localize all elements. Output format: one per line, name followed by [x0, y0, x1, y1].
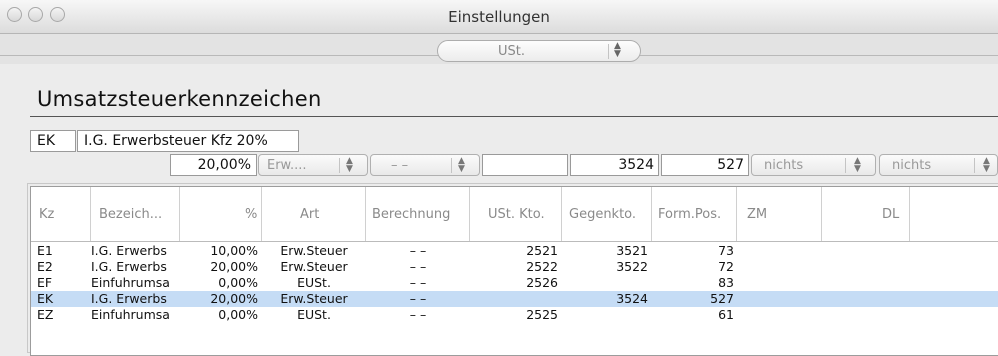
column-header-bezeichnung[interactable]: Bezeich... [91, 187, 180, 241]
table-cell-bez: Einfuhrumsa [91, 275, 170, 290]
table-cell-kz: E1 [37, 243, 53, 258]
column-header-gegenkonto[interactable]: Gegenkto. [562, 187, 652, 241]
window-title: Einstellungen [448, 8, 550, 26]
table-cell-ber: – – [409, 291, 427, 306]
table-cell-form: 72 [718, 259, 734, 274]
popup-separator [451, 158, 452, 173]
zm-popup[interactable]: nichts ▲ ▼ [751, 154, 876, 176]
table-cell-ust: 2526 [526, 275, 558, 290]
table-cell-pct: 20,00% [210, 291, 258, 306]
up-down-arrows-icon: ▲ ▼ [854, 156, 861, 174]
table-cell-bez: Einfuhrumsa [91, 307, 170, 322]
berechnung-popup[interactable]: – – ▲ ▼ [370, 154, 480, 176]
table-cell-gegen: 3521 [616, 243, 648, 258]
table-cell-form: 61 [718, 307, 734, 322]
empty-field[interactable] [482, 154, 568, 176]
kz-field[interactable]: EK [30, 130, 76, 152]
table-cell-form: 527 [710, 291, 734, 306]
up-down-arrows-icon: ▲ ▼ [983, 156, 990, 174]
table-cell-ber: – – [409, 275, 427, 290]
table-cell-ust: 2521 [526, 243, 558, 258]
bezeichnung-field[interactable]: I.G. Erwerbsteuer Kfz 20% [77, 130, 299, 152]
popup-separator [845, 158, 846, 173]
zm-popup-value: nichts [764, 158, 804, 173]
up-down-arrows-icon: ▲ ▼ [346, 156, 353, 174]
percent-field[interactable]: 20,00% [170, 154, 257, 176]
column-header-ust-konto[interactable]: USt. Kto. [470, 187, 562, 241]
table-cell-bez: I.G. Erwerbs [91, 291, 167, 306]
column-header-dl[interactable]: DL [822, 187, 910, 241]
table-cell-gegen: 3524 [616, 291, 648, 306]
table-cell-ust: 2525 [526, 307, 558, 322]
category-selector-popup[interactable]: USt. ▲ ▼ [437, 40, 641, 62]
tax-codes-table[interactable]: Kz Bezeich... % Art Berechnung USt. Kto.… [30, 186, 998, 356]
ust-konto-field[interactable]: 3524 [570, 154, 659, 176]
table-cell-pct: 0,00% [218, 275, 258, 290]
table-row[interactable]: E2 I.G. Erwerbs 20,00% Erw.Steuer – – 2522 352… [31, 259, 998, 275]
table-cell-art: EUSt. [297, 307, 331, 322]
column-header-zm[interactable]: ZM [737, 187, 822, 241]
berechnung-popup-value: – – [391, 158, 409, 173]
table-cell-ber: – – [409, 243, 427, 258]
table-row[interactable]: E1 I.G. Erwerbs 10,00% Erw.Steuer – – 2521 352… [31, 243, 998, 259]
dl-popup-value: nichts [892, 158, 932, 173]
table-cell-bez: I.G. Erwerbs [91, 243, 167, 258]
table-cell-kz: EF [37, 275, 53, 290]
table-cell-gegen: 3522 [616, 259, 648, 274]
column-header-percent[interactable]: % [180, 187, 262, 241]
column-header-kz[interactable]: Kz [31, 187, 91, 241]
table-cell-pct: 0,00% [218, 307, 258, 322]
table-cell-art: Erw.Steuer [280, 243, 348, 258]
table-cell-art: Erw.Steuer [280, 259, 348, 274]
up-down-arrows-icon: ▲ ▼ [458, 156, 465, 174]
table-cell-kz: E2 [37, 259, 53, 274]
section-heading: Umsatzsteuerkennzeichen [37, 87, 322, 111]
table-cell-pct: 10,00% [210, 243, 258, 258]
art-popup-value: Erw.... [267, 158, 307, 173]
column-header-berechnung[interactable]: Berechnung [366, 187, 470, 241]
table-cell-kz: EZ [37, 307, 54, 322]
title-bar: Einstellungen [0, 0, 998, 34]
heading-rule [30, 116, 998, 117]
table-cell-ber: – – [409, 307, 427, 322]
column-header-art[interactable]: Art [262, 187, 366, 241]
table-cell-art: EUSt. [297, 275, 331, 290]
art-popup[interactable]: Erw.... ▲ ▼ [258, 154, 368, 176]
up-down-arrows-icon: ▲ ▼ [614, 41, 621, 59]
table-cell-kz: EK [37, 291, 54, 306]
popup-separator [339, 158, 340, 173]
column-header-form-pos[interactable]: Form.Pos. [652, 187, 737, 241]
table-cell-art: Erw.Steuer [280, 291, 348, 306]
category-selector-value: USt. [498, 44, 525, 59]
popup-separator [608, 44, 609, 59]
popup-separator [974, 158, 975, 173]
table-row[interactable]: EF Einfuhrumsa 0,00% EUSt. – – 2526 83 [31, 275, 998, 291]
table-cell-form: 73 [718, 243, 734, 258]
table-cell-pct: 20,00% [210, 259, 258, 274]
table-cell-ust: 2522 [526, 259, 558, 274]
dl-popup[interactable]: nichts ▲ ▼ [879, 154, 998, 176]
table-cell-bez: I.G. Erwerbs [91, 259, 167, 274]
header-divider [31, 241, 998, 242]
table-cell-ber: – – [409, 259, 427, 274]
table-row[interactable]: EK I.G. Erwerbs 20,00% Erw.Steuer – – 3524 527 [31, 291, 998, 307]
table-row[interactable]: EZ Einfuhrumsa 0,00% EUSt. – – 2525 61 [31, 307, 998, 323]
form-pos-field[interactable]: 527 [661, 154, 749, 176]
table-cell-form: 83 [718, 275, 734, 290]
